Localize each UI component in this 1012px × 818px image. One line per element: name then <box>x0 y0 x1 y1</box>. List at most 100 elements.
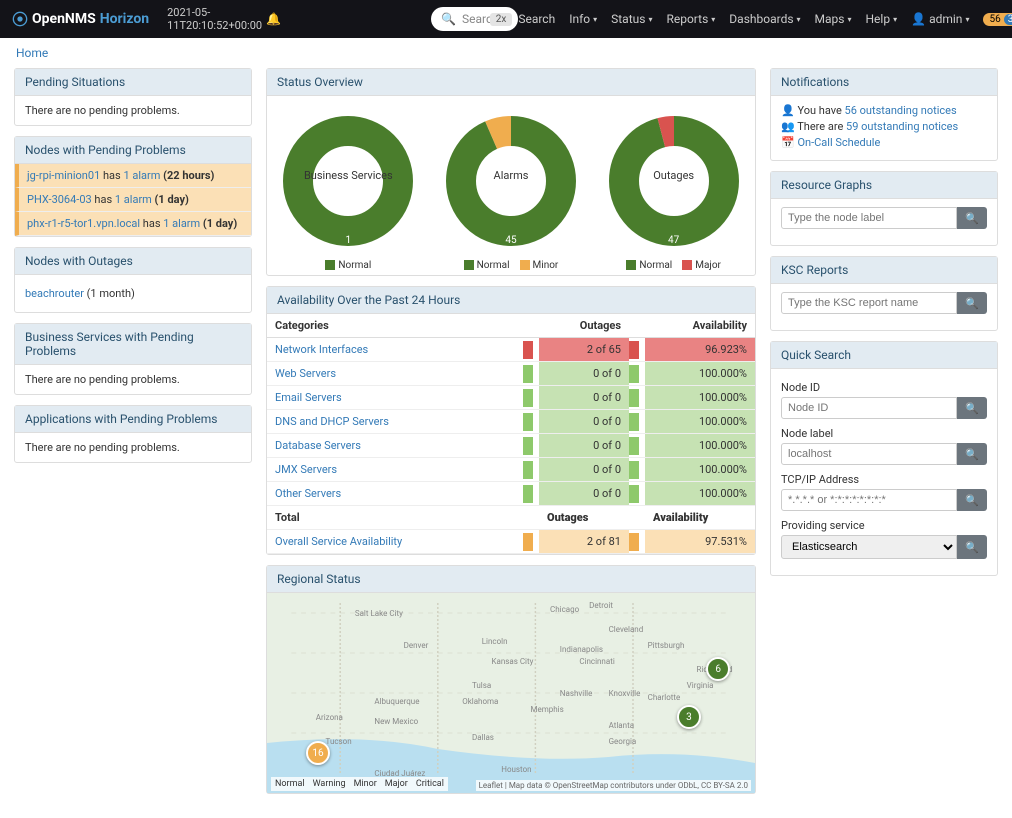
map-city-label: Indianapolis <box>560 645 603 654</box>
breadcrumb-home[interactable]: Home <box>16 46 48 60</box>
category-link[interactable]: Network Interfaces <box>275 343 368 356</box>
category-link[interactable]: Database Servers <box>275 439 361 452</box>
map-city-label: Detroit <box>589 601 613 610</box>
nodeid-search-button[interactable]: 🔍 <box>957 397 987 419</box>
panel-heading: Regional Status <box>267 566 755 593</box>
map-marker[interactable]: 6 <box>706 657 730 681</box>
panel-heading: Availability Over the Past 24 Hours <box>267 287 755 314</box>
avail-overall-row: Overall Service Availability2 of 8197.53… <box>267 530 755 554</box>
map-city-label: Atlanta <box>609 721 634 730</box>
label-nodeid: Node ID <box>781 381 987 394</box>
tcpip-input[interactable] <box>781 489 957 511</box>
pending-alarm-link[interactable]: 1 alarm <box>115 193 152 206</box>
label-tcpip: TCP/IP Address <box>781 473 987 486</box>
ksc-search-button[interactable]: 🔍 <box>957 292 987 314</box>
category-link[interactable]: Other Servers <box>275 487 341 500</box>
pending-node-link[interactable]: jg-rpi-minion01 <box>27 169 100 182</box>
avail-row: Email Servers0 of 0100.000% <box>267 386 755 410</box>
menu-dashboards[interactable]: Dashboards▾ <box>729 12 800 26</box>
resource-node-input[interactable] <box>781 207 957 229</box>
map-city-label: Arizona <box>316 713 343 722</box>
avail-total-row: TotalOutagesAvailability <box>267 506 755 530</box>
pending-node-row: PHX-3064-03 has 1 alarm (1 day) <box>15 188 251 212</box>
logo[interactable]: OpenNMS Horizon <box>12 11 149 27</box>
outages-cell: 0 of 0 <box>539 482 629 506</box>
panel-resource-graphs: Resource Graphs 🔍 <box>770 171 998 246</box>
menu-reports[interactable]: Reports▾ <box>666 12 715 26</box>
category-link[interactable]: Web Servers <box>275 367 336 380</box>
map-marker[interactable]: 3 <box>677 705 701 729</box>
search-icon: 🔍 <box>965 213 979 225</box>
menu-user[interactable]: 👤admin▾ <box>911 12 969 26</box>
ksc-input[interactable] <box>781 292 957 314</box>
map-city-label: Memphis <box>531 705 564 714</box>
th-outages: Outages <box>539 314 629 338</box>
panel-nodes-outages: Nodes with Outages beachrouter (1 month) <box>14 247 252 313</box>
donut-business-services[interactable]: Business Services1Normal <box>273 106 423 271</box>
panel-notifications: Notifications 👤 You have 56 outstanding … <box>770 68 998 161</box>
tcpip-search-button[interactable]: 🔍 <box>957 489 987 511</box>
map-legend: NormalWarningMinorMajorCritical <box>271 777 448 791</box>
panel-ksc-reports: KSC Reports 🔍 <box>770 256 998 331</box>
service-select[interactable]: Elasticsearch <box>781 535 957 559</box>
pending-alarm-link[interactable]: 1 alarm <box>163 217 200 230</box>
label-nodelabel: Node label <box>781 427 987 440</box>
nodelabel-input[interactable] <box>781 443 957 465</box>
menu-status[interactable]: Status▾ <box>611 12 652 26</box>
opennms-logo-icon <box>12 11 28 27</box>
availability-cell: 100.000% <box>645 434 755 458</box>
caret-icon: ▾ <box>797 15 801 24</box>
users-icon: 👥 <box>781 120 795 133</box>
donut-legend: Normal <box>273 260 423 271</box>
donut-count: 1 <box>273 235 423 246</box>
category-link[interactable]: DNS and DHCP Servers <box>275 415 389 428</box>
menu-maps[interactable]: Maps▾ <box>815 12 852 26</box>
legend-item: Minor <box>354 779 377 789</box>
availability-cell: 97.531% <box>645 530 755 554</box>
map-city-label: Charlotte <box>648 693 681 702</box>
outage-node-link[interactable]: beachrouter <box>25 287 84 300</box>
nodelabel-search-button[interactable]: 🔍 <box>957 443 987 465</box>
map-marker[interactable]: 16 <box>306 741 330 765</box>
map-city-label: Chicago <box>550 605 579 614</box>
overall-link[interactable]: Overall Service Availability <box>275 535 402 548</box>
oncall-link[interactable]: On-Call Schedule <box>797 136 880 149</box>
availability-cell: 100.000% <box>645 362 755 386</box>
all-notices-link[interactable]: 59 outstanding notices <box>846 120 958 133</box>
panel-heading: Applications with Pending Problems <box>15 406 251 433</box>
pending-node-row: jg-rpi-minion01 has 1 alarm (22 hours) <box>15 164 251 188</box>
user-icon: 👤 <box>911 12 926 26</box>
panel-body: There are no pending problems. <box>15 433 251 462</box>
map-city-label: Denver <box>404 641 429 650</box>
regional-map[interactable]: Salt Lake CityDenverLincolnKansas CityTu… <box>267 593 755 793</box>
global-search[interactable]: 🔍 Search... 2x <box>431 7 518 31</box>
category-link[interactable]: JMX Servers <box>275 463 337 476</box>
donut-alarms[interactable]: Alarms45NormalMinor <box>436 106 586 271</box>
notice-count-pill[interactable]: 563 <box>983 13 1012 26</box>
map-city-label: Knoxville <box>609 689 641 698</box>
menu-info[interactable]: Info▾ <box>569 12 597 26</box>
search-shortcut-badge: 2x <box>490 13 513 26</box>
search-icon: 🔍 <box>441 12 456 26</box>
outages-cell: 0 of 0 <box>539 362 629 386</box>
resource-search-button[interactable]: 🔍 <box>957 207 987 229</box>
map-city-label: Nashville <box>560 689 593 698</box>
pending-node-link[interactable]: phx-r1-r5-tor1.vpn.local <box>27 217 140 230</box>
pending-alarm-link[interactable]: 1 alarm <box>123 169 160 182</box>
menu-help[interactable]: Help▾ <box>866 12 898 26</box>
category-link[interactable]: Email Servers <box>275 391 342 404</box>
map-city-label: Kansas City <box>491 657 533 666</box>
donut-outages[interactable]: Outages47NormalMajor <box>599 106 749 271</box>
map-background <box>267 593 755 793</box>
pending-node-link[interactable]: PHX-3064-03 <box>27 193 92 206</box>
caret-icon: ▾ <box>711 15 715 24</box>
calendar-icon: 📅 <box>781 136 795 149</box>
alert-bell-icon[interactable]: 🔔 <box>266 12 281 26</box>
your-notices-link[interactable]: 56 outstanding notices <box>845 104 957 117</box>
nodeid-input[interactable] <box>781 397 957 419</box>
availability-table: Categories Outages Availability Network … <box>267 314 755 554</box>
th-categories: Categories <box>267 314 523 338</box>
donut-legend: NormalMajor <box>599 260 749 271</box>
menu-search[interactable]: Search <box>518 12 555 26</box>
service-search-button[interactable]: 🔍 <box>957 535 987 559</box>
